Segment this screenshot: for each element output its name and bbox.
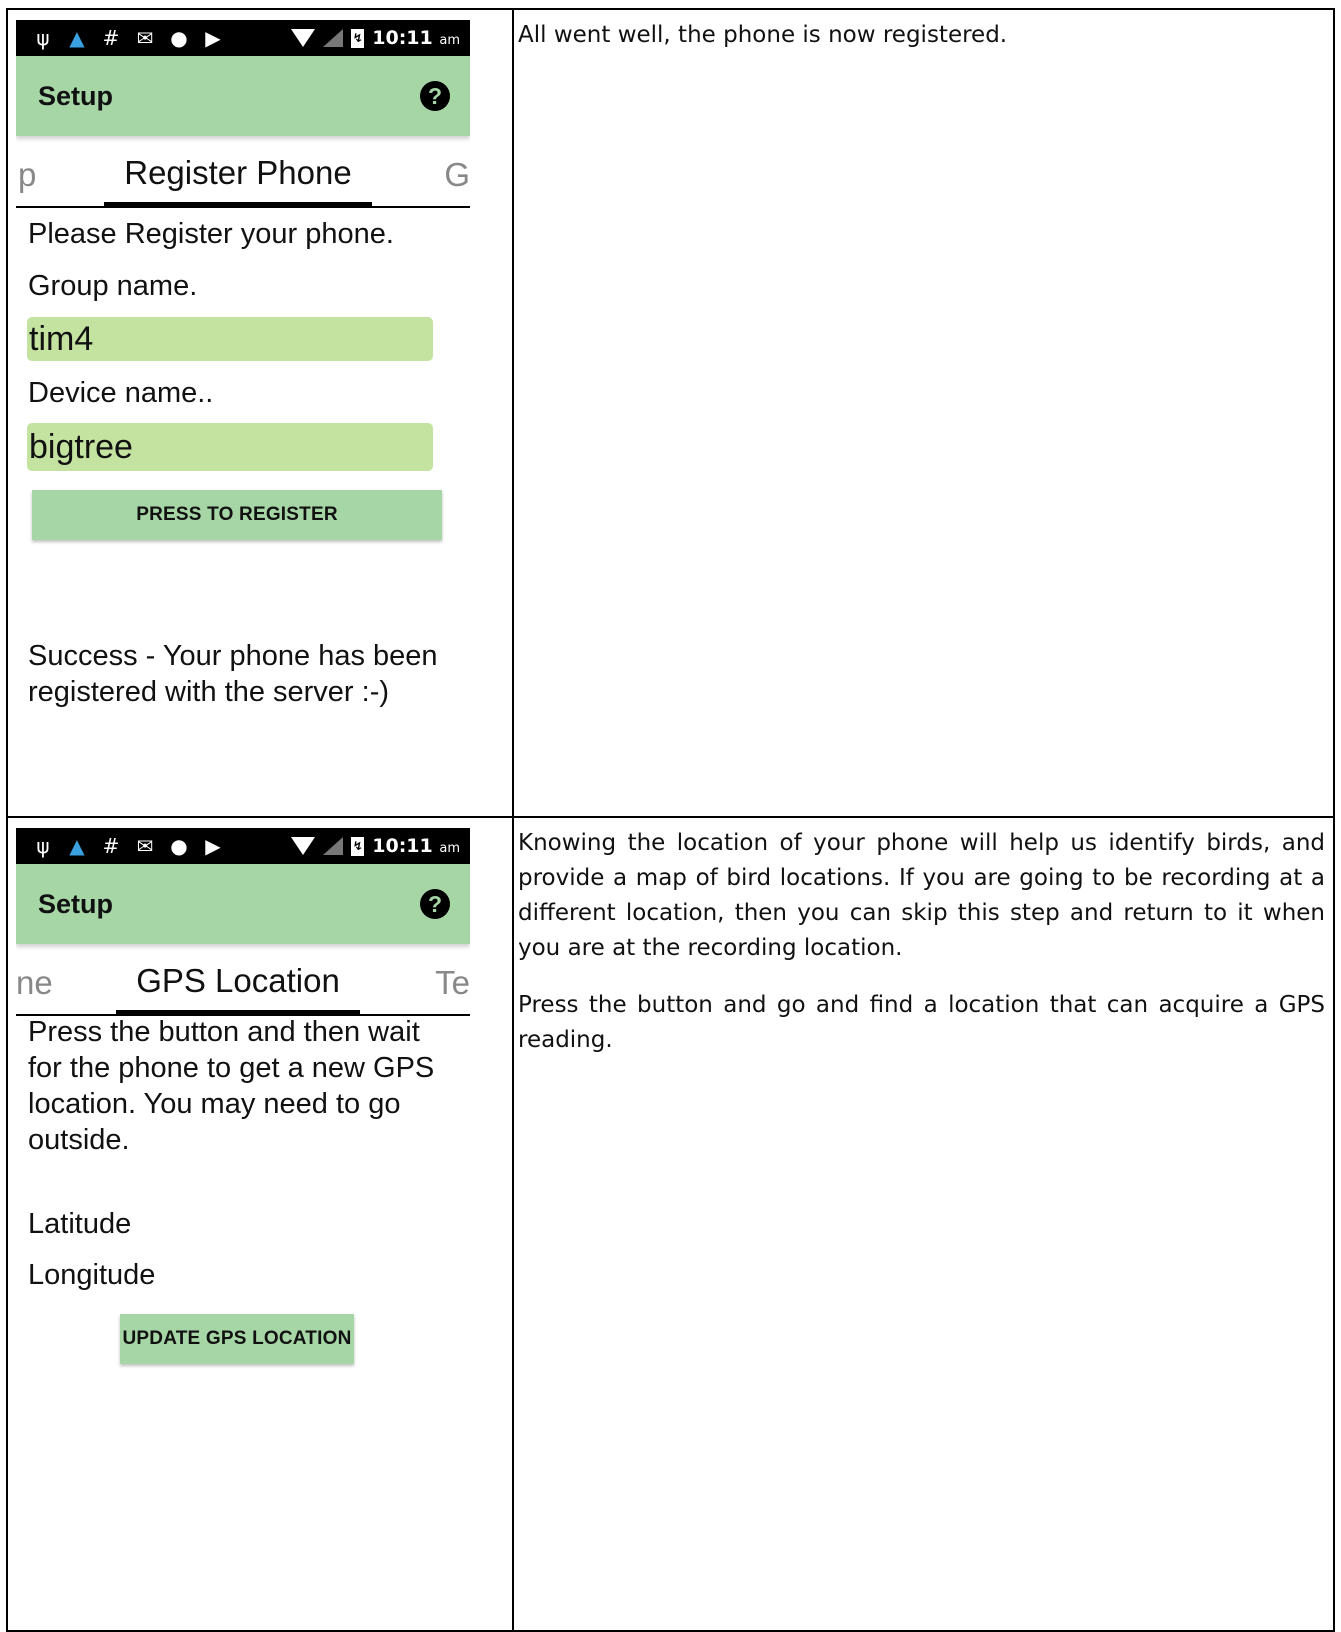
upload-icon: ▲ xyxy=(69,834,85,858)
gmail-icon: ✉ xyxy=(136,834,154,858)
device-name-label: Device name.. xyxy=(28,377,214,409)
phone-screen-register: ψ ▲ # ✉ ● ▶ ↯ 10:11 am Setup ? p Registe… xyxy=(16,20,470,812)
description-text: All went well, the phone is now register… xyxy=(518,22,1008,48)
description-cell: All went well, the phone is now register… xyxy=(512,8,1335,818)
tab-previous[interactable]: p xyxy=(18,156,36,194)
tab-previous[interactable]: ne xyxy=(16,964,53,1002)
signal-icon xyxy=(323,837,344,855)
app-bar: Setup ? xyxy=(16,864,470,944)
description-gps: Knowing the location of your phone will … xyxy=(518,826,1325,1080)
wifi-icon xyxy=(291,29,316,47)
device-name-field[interactable]: bigtree xyxy=(27,423,433,471)
app-bar: Setup ? xyxy=(16,56,470,136)
register-intro: Please Register your phone. xyxy=(28,218,394,250)
hash-icon: # xyxy=(102,834,120,858)
gps-instruction-line3: location. You may need to go xyxy=(28,1088,401,1120)
group-name-field[interactable]: tim4 xyxy=(27,317,433,361)
wifi-icon xyxy=(291,837,316,855)
tab-strip: ne GPS Location Te xyxy=(16,944,470,1016)
screenshot-cell: ψ ▲ # ✉ ● ▶ ↯ 10:11 am Setup xyxy=(6,816,514,1632)
status-time: 10:11 am xyxy=(372,835,460,857)
help-icon[interactable]: ? xyxy=(420,81,450,111)
android-icon: ● xyxy=(170,26,188,50)
usb-icon: ψ xyxy=(36,834,50,858)
play-store-icon: ▶ xyxy=(205,834,221,858)
register-button[interactable]: PRESS TO REGISTER xyxy=(32,490,442,540)
longitude-label: Longitude xyxy=(28,1259,156,1291)
battery-icon: ↯ xyxy=(351,28,365,48)
tab-strip: p Register Phone G xyxy=(16,136,470,208)
battery-icon: ↯ xyxy=(351,836,365,856)
screenshot-cell: ψ ▲ # ✉ ● ▶ ↯ 10:11 am Setup xyxy=(6,8,514,818)
tab-indicator xyxy=(104,202,372,206)
description-paragraph-1: Knowing the location of your phone will … xyxy=(518,830,1325,961)
signal-icon xyxy=(323,29,344,47)
hash-icon: # xyxy=(102,26,120,50)
gps-instruction-line1: Press the button and then wait xyxy=(28,1016,420,1048)
gps-instruction-line4: outside. xyxy=(28,1124,130,1156)
app-title: Setup xyxy=(38,80,114,111)
usb-icon: ψ xyxy=(36,26,50,50)
success-message-line2: registered with the server :-) xyxy=(28,676,390,708)
description-register: All went well, the phone is now register… xyxy=(518,18,1325,75)
document-table: ψ ▲ # ✉ ● ▶ ↯ 10:11 am Setup ? p Registe… xyxy=(6,8,1335,1632)
phone-screen-gps: ψ ▲ # ✉ ● ▶ ↯ 10:11 am Setup ? ne GPS Lo… xyxy=(16,828,470,1628)
status-bar: ψ ▲ # ✉ ● ▶ ↯ 10:11 am xyxy=(16,20,470,56)
gmail-icon: ✉ xyxy=(136,26,154,50)
description-paragraph-2: Press the button and go and find a locat… xyxy=(518,992,1325,1053)
latitude-label: Latitude xyxy=(28,1208,132,1240)
table-row: ψ ▲ # ✉ ● ▶ ↯ 10:11 am Setup xyxy=(6,816,1335,1632)
tab-next[interactable]: Te xyxy=(435,964,470,1002)
group-name-label: Group name. xyxy=(28,270,198,302)
description-cell: Knowing the location of your phone will … xyxy=(512,816,1335,1632)
tab-indicator xyxy=(116,1010,360,1014)
table-row: ψ ▲ # ✉ ● ▶ ↯ 10:11 am Setup xyxy=(6,8,1335,818)
play-store-icon: ▶ xyxy=(205,26,221,50)
status-time: 10:11 am xyxy=(372,27,460,49)
android-icon: ● xyxy=(170,834,188,858)
help-icon[interactable]: ? xyxy=(420,889,450,919)
gps-instruction-line2: for the phone to get a new GPS xyxy=(28,1052,435,1084)
tab-gps-location[interactable]: GPS Location xyxy=(116,962,360,1000)
status-bar: ψ ▲ # ✉ ● ▶ ↯ 10:11 am xyxy=(16,828,470,864)
tab-register-phone[interactable]: Register Phone xyxy=(104,154,372,192)
app-title: Setup xyxy=(38,888,114,919)
upload-icon: ▲ xyxy=(69,26,85,50)
tab-next[interactable]: G xyxy=(444,156,470,194)
update-gps-button[interactable]: UPDATE GPS LOCATION xyxy=(120,1314,354,1364)
success-message-line1: Success - Your phone has been xyxy=(28,640,438,672)
